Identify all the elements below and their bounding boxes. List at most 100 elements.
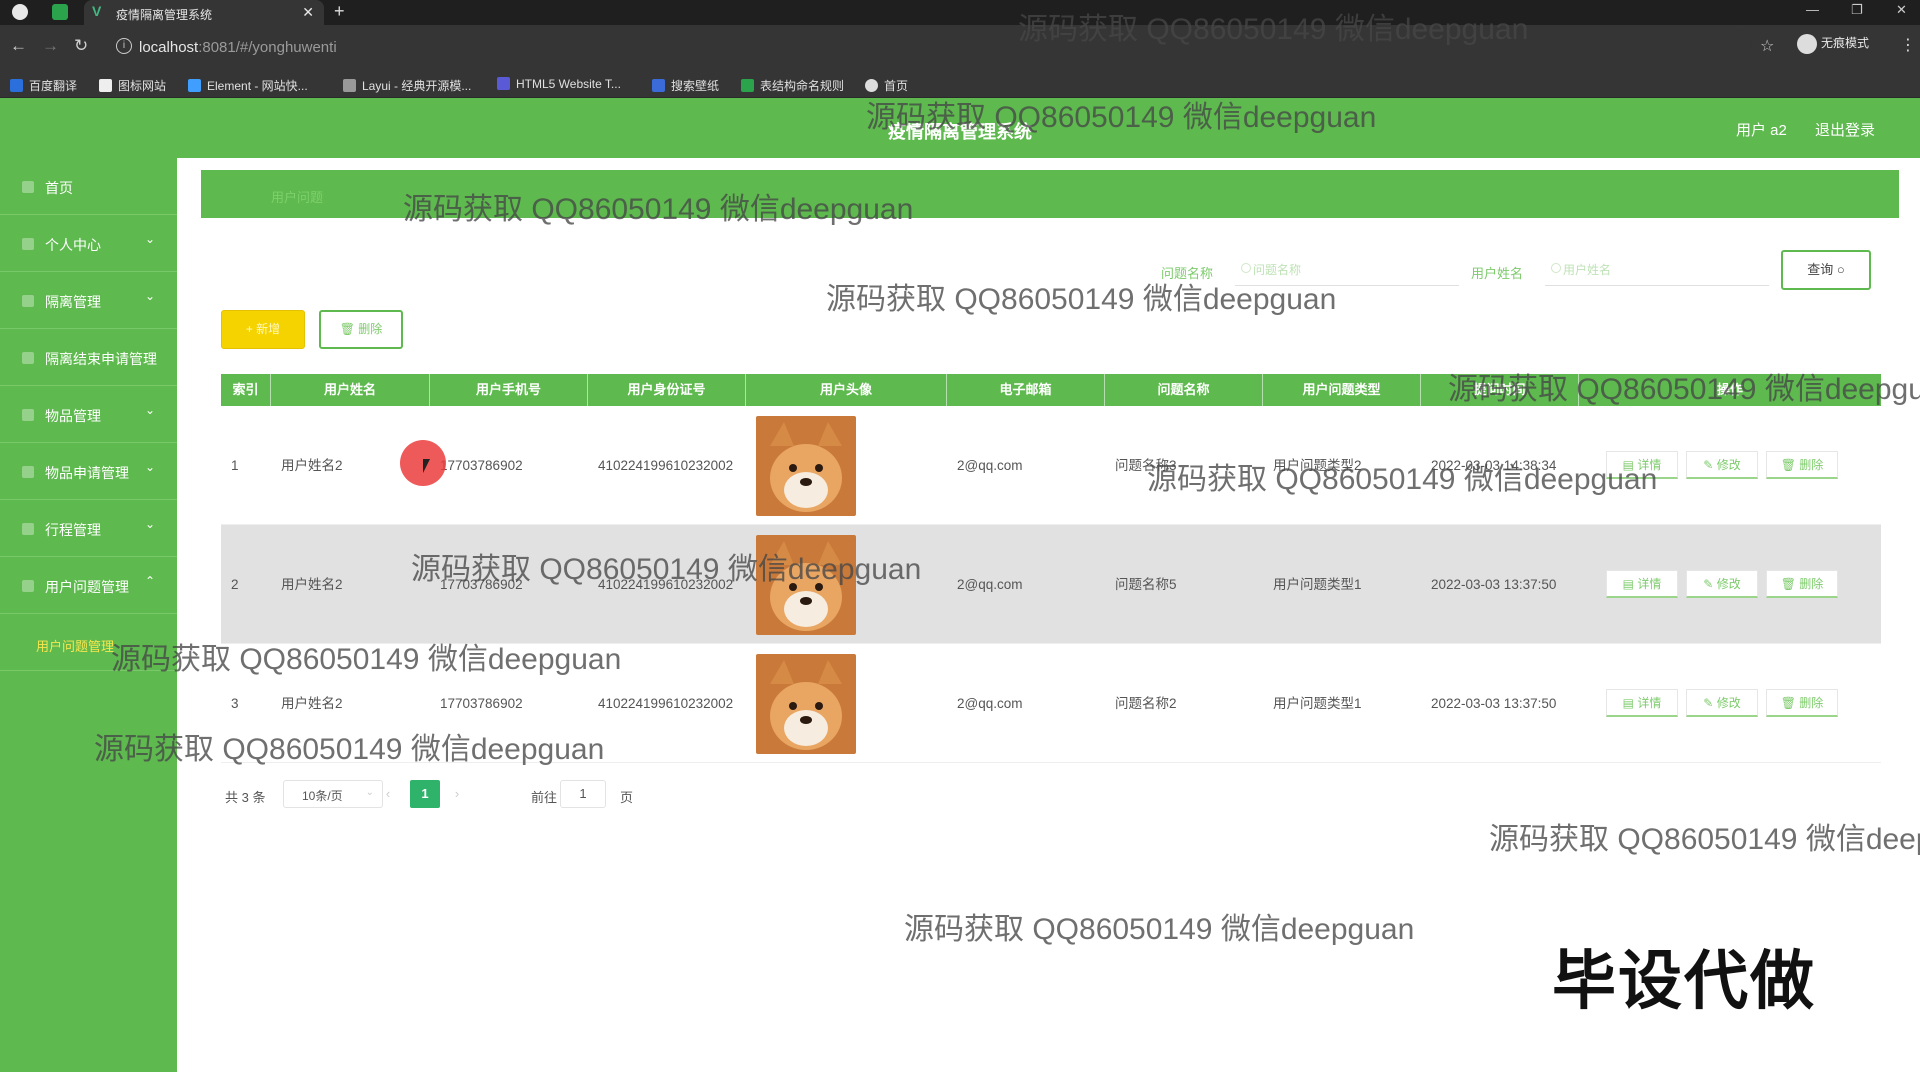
column-header: 用户问题类型: [1263, 374, 1421, 406]
page-unit-label: 页: [620, 790, 634, 805]
avatar: [746, 644, 947, 763]
breadcrumb: 用户问题: [201, 170, 1899, 218]
table-cell-email: 2@qq.com: [957, 458, 1023, 473]
bookmarks-bar: 百度翻译 图标网站 Element - 网站快... Layui - 经典开源模…: [0, 69, 1920, 98]
table-cell-idcard: 410224199610232002: [598, 458, 734, 473]
url-field[interactable]: i localhost:8081/#/yonghuwenti: [112, 31, 1752, 63]
delete-button[interactable]: 🗑 删除: [1766, 689, 1838, 717]
tab-title: 疫情隔离管理系统: [116, 8, 213, 22]
active-browser-tab[interactable]: V 疫情隔离管理系统 ✕: [84, 0, 324, 25]
prev-page-icon[interactable]: ‹: [373, 780, 403, 808]
browser-app-icon[interactable]: [12, 4, 28, 20]
browser-menu-icon[interactable]: ⋮: [1900, 35, 1916, 55]
incognito-icon: [1797, 34, 1817, 54]
edit-button[interactable]: ✎ 修改: [1686, 451, 1758, 479]
home-icon: [22, 181, 34, 193]
avatar: [746, 525, 947, 644]
bookmark-item[interactable]: 首页: [865, 77, 908, 94]
table-cell-idx: 3: [231, 696, 239, 711]
column-header: 问题名称: [1105, 374, 1263, 406]
question-name-label: 问题名称: [1161, 266, 1214, 281]
table-cell-phone: 17703786902: [440, 696, 523, 711]
bookmark-item[interactable]: HTML5 Website T...: [497, 77, 621, 91]
logout-link[interactable]: 退出登录: [1815, 119, 1875, 140]
sidebar-item-home[interactable]: 首页: [0, 158, 177, 215]
close-window-icon[interactable]: ✕: [1896, 2, 1907, 18]
batch-delete-button[interactable]: 🗑 删除: [319, 310, 403, 349]
browser-tab-bar: V 疫情隔离管理系统 ✕ + — ❐ ✕: [0, 0, 1920, 25]
bookmark-item[interactable]: 搜索壁纸: [652, 77, 719, 94]
bookmark-star-icon[interactable]: ☆: [1760, 36, 1774, 56]
user-icon: [22, 238, 34, 250]
reload-icon[interactable]: ↻: [74, 36, 88, 56]
pinned-tab-icon[interactable]: [52, 4, 68, 20]
detail-button[interactable]: ▤ 详情: [1606, 570, 1678, 598]
goods-icon: [22, 409, 34, 421]
minimize-icon[interactable]: —: [1806, 2, 1819, 17]
question-icon: [22, 580, 34, 592]
table-body: 1 用户姓名2 17703786902 410224199610232002 2@qq.…: [221, 406, 1881, 763]
mouse-cursor-icon: [423, 459, 430, 473]
promo-stamp: 毕设代做: [1552, 945, 1816, 1017]
chevron-down-icon: ⌄: [144, 460, 155, 474]
sidebar-item-user-question[interactable]: 用户问题管理 ⌃: [0, 557, 177, 614]
new-tab-icon[interactable]: +: [334, 1, 345, 22]
user-name-label: 用户姓名: [1471, 266, 1524, 281]
question-name-input[interactable]: [1235, 254, 1459, 286]
restore-icon[interactable]: ❐: [1851, 2, 1863, 18]
table-row[interactable]: 1 用户姓名2 17703786902 410224199610232002 2@qq.…: [221, 406, 1881, 525]
quarantine-icon: [22, 295, 34, 307]
bookmark-item[interactable]: Layui - 经典开源模...: [343, 77, 471, 94]
sidebar: 首页 个人中心 ⌄ 隔离管理 ⌄ 隔离结束申请管理 物品管理 ⌄ 物品申请管理 ⌄ 行程…: [0, 158, 177, 1072]
query-button[interactable]: 查询 ○: [1781, 250, 1871, 290]
incognito-indicator[interactable]: 无痕模式: [1797, 34, 1869, 54]
current-page[interactable]: 1: [410, 780, 440, 808]
url-path: :8081/#/yonghuwenti: [198, 39, 337, 56]
table-cell-name: 用户姓名2: [281, 577, 343, 592]
bookmark-item[interactable]: 百度翻译: [10, 77, 77, 94]
table-cell-phone: 17703786902: [440, 458, 523, 473]
table-cell-type: 用户问题类型1: [1273, 696, 1362, 711]
next-page-icon[interactable]: ›: [442, 780, 472, 808]
page-size-select[interactable]: 10条/页 ⌄: [283, 780, 383, 808]
bookmark-item[interactable]: 图标网站: [99, 77, 166, 94]
close-tab-icon[interactable]: ✕: [302, 4, 314, 21]
goto-label: 前往: [531, 790, 558, 805]
table-row[interactable]: 2 用户姓名2 17703786902 410224199610232002 2@qq.…: [221, 525, 1881, 644]
chevron-down-icon: ⌄: [144, 232, 155, 246]
table-row[interactable]: 3 用户姓名2 17703786902 410224199610232002 2@qq.…: [221, 644, 1881, 763]
bookmark-item[interactable]: 表结构命名规则: [741, 77, 844, 94]
sidebar-item-itinerary[interactable]: 行程管理 ⌄: [0, 500, 177, 557]
delete-button[interactable]: 🗑 删除: [1766, 451, 1838, 479]
table-header: 索引 用户姓名 用户手机号 用户身份证号 用户头像 电子邮箱 问题名称 用户问题…: [221, 374, 1881, 406]
table-cell-question: 问题名称5: [1115, 577, 1177, 592]
delete-button[interactable]: 🗑 删除: [1766, 570, 1838, 598]
chevron-down-icon: ⌄: [144, 403, 155, 417]
column-header: 用户头像: [746, 374, 947, 406]
app-header: 疫情隔离管理系统 用户 a2 退出登录: [0, 98, 1920, 158]
app-title: 疫情隔离管理系统: [888, 122, 1032, 142]
back-icon[interactable]: ←: [10, 36, 27, 56]
forward-icon[interactable]: →: [42, 36, 59, 56]
sidebar-item-personal-center[interactable]: 个人中心 ⌄: [0, 215, 177, 272]
sidebar-item-quarantine[interactable]: 隔离管理 ⌄: [0, 272, 177, 329]
goto-page-input[interactable]: 1: [560, 780, 606, 808]
table-cell-idcard: 410224199610232002: [598, 577, 734, 592]
bookmark-item[interactable]: Element - 网站快...: [188, 77, 308, 94]
detail-button[interactable]: ▤ 详情: [1606, 689, 1678, 717]
detail-button[interactable]: ▤ 详情: [1606, 451, 1678, 479]
submenu-item-user-question[interactable]: 用户问题管理: [0, 614, 177, 671]
itinerary-icon: [22, 523, 34, 535]
sidebar-item-goods-apply[interactable]: 物品申请管理 ⌄: [0, 443, 177, 500]
user-name-input[interactable]: [1545, 254, 1769, 286]
site-info-icon[interactable]: i: [116, 38, 132, 54]
sidebar-item-quarantine-end[interactable]: 隔离结束申请管理: [0, 329, 177, 386]
table-cell-time: 2022-03-03 13:37:50: [1431, 696, 1557, 711]
pagination: 共 3 条 10条/页 ⌄ ‹ 1 › 前往 1 页: [221, 780, 821, 810]
sidebar-item-goods[interactable]: 物品管理 ⌄: [0, 386, 177, 443]
edit-button[interactable]: ✎ 修改: [1686, 570, 1758, 598]
edit-button[interactable]: ✎ 修改: [1686, 689, 1758, 717]
breadcrumb-current[interactable]: 用户问题: [271, 187, 323, 206]
table-cell-email: 2@qq.com: [957, 577, 1023, 592]
add-button[interactable]: + 新增: [221, 310, 305, 349]
